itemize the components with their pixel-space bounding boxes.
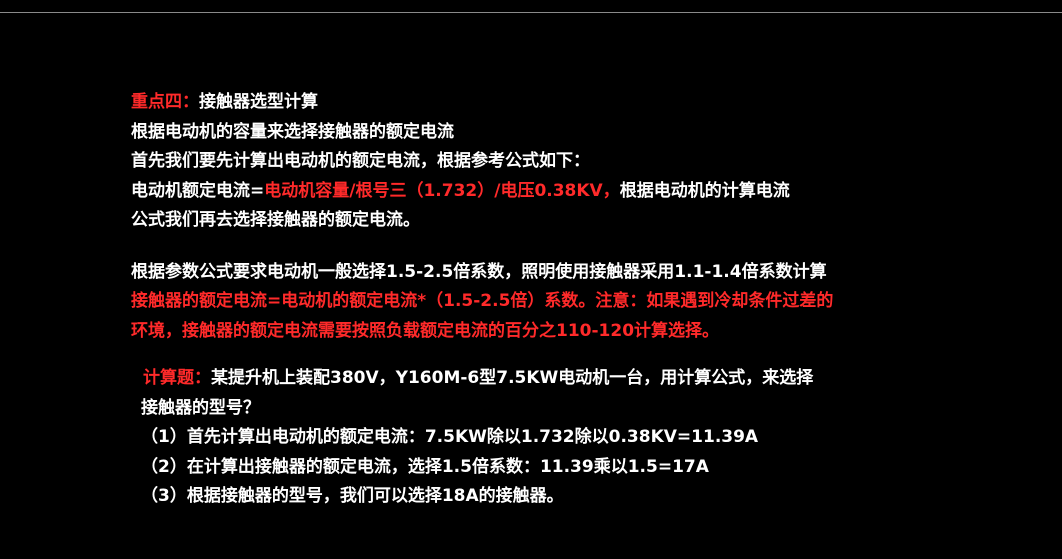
formula-rhs: 电动机容量/根号三（1.732）/电压0.38KV，	[264, 180, 620, 201]
slide-content: 重点四：接触器选型计算 根据电动机的容量来选择接触器的额定电流 首先我们要先计算…	[131, 88, 1051, 512]
formula-trailing-text: 根据电动机的计算电流	[619, 180, 790, 201]
formula-lhs: 电动机额定电流=	[131, 180, 265, 201]
section2-line2: 接触器的额定电流=电动机的额定电流*（1.5-2.5倍）系数。注意：如果遇到冷却…	[131, 291, 834, 311]
section1-line2: 首先我们要先计算出电动机的额定电流，根据参考公式如下：	[131, 151, 590, 171]
section3-step1: （1）首先计算出电动机的额定电流：7.5KW除以1.732除以0.38KV=11…	[141, 427, 759, 447]
section1-title-text: 接触器选型计算	[199, 92, 318, 112]
section3-step2: （2）在计算出接触器的额定电流，选择1.5倍系数：11.39乘以1.5=17A	[141, 456, 709, 477]
section3-title-continued: 接触器的型号？	[141, 397, 260, 418]
section1-title: 重点四：接触器选型计算	[131, 88, 1051, 118]
section1-line1: 根据电动机的容量来选择接触器的额定电流	[131, 121, 454, 142]
top-divider	[0, 12, 1062, 13]
section1-title-label: 重点四：	[131, 92, 199, 112]
section3-title-text: 某提升机上装配380V，Y160M-6型7.5KW电动机一台，用计算公式，来选择	[211, 368, 814, 388]
section1-formula-line: 电动机额定电流=电动机容量/根号三（1.732）/电压0.38KV，根据电动机的…	[131, 177, 1051, 207]
section2-line3: 环境，接触器的额定电流需要按照负载额定电流的百分之110-120计算选择。	[131, 320, 720, 341]
section2-line1: 根据参数公式要求电动机一般选择1.5-2.5倍系数，照明使用接触器采用1.1-1…	[131, 261, 827, 282]
section3-title-label: 计算题：	[143, 368, 211, 388]
section3-step3: （3）根据接触器的型号，我们可以选择18A的接触器。	[141, 486, 564, 506]
section3-title: 计算题：某提升机上装配380V，Y160M-6型7.5KW电动机一台，用计算公式…	[131, 364, 1051, 394]
section1-line4: 公式我们再去选择接触器的额定电流。	[131, 210, 420, 230]
